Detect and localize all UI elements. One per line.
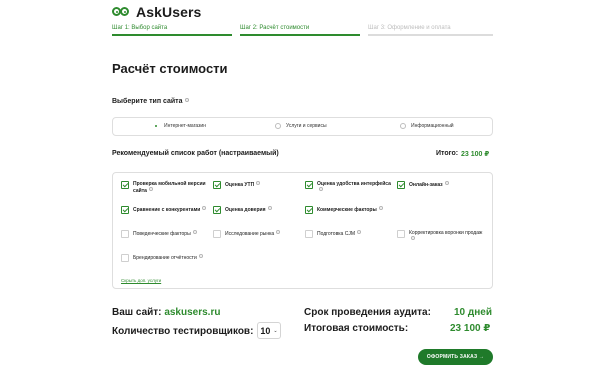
info-icon[interactable] [267, 206, 272, 210]
work-item-label: Оценка доверия [225, 207, 266, 213]
testers-label: Количество тестировщиков: [112, 326, 254, 337]
work-item-mobile[interactable]: Проверка мобильной версии сайта [121, 181, 209, 194]
site-type-option-label: Информационный [411, 123, 454, 129]
info-icon[interactable] [356, 230, 361, 234]
total-label: Итого: [436, 150, 459, 157]
cost-label: Итоговая стоимость: [304, 323, 409, 334]
checkbox-unchecked-icon[interactable] [121, 254, 129, 262]
site-summary: Ваш сайт: askusers.ru [112, 307, 220, 318]
work-item-behavioral[interactable]: Поведенческие факторы [121, 230, 209, 238]
total-value: 23 100 ₽ [461, 151, 490, 158]
work-item-usability[interactable]: Оценка удобства интерфейса [305, 181, 393, 194]
work-item-online-order[interactable]: Онлайн-заказ [397, 181, 485, 189]
works-title: Рекомендуемый список работ (настраиваемы… [112, 150, 279, 157]
order-button[interactable]: ОФОРМИТЬ ЗАКАЗ → [418, 349, 493, 365]
cost-value: 23 100 ₽ [450, 323, 491, 334]
site-type-option-info[interactable]: Информационный [400, 123, 454, 129]
work-item-label: Проверка мобильной версии сайта [133, 181, 206, 194]
site-type-option-shop[interactable]: Интернет-магазин [153, 123, 206, 129]
checkbox-unchecked-icon[interactable] [305, 230, 313, 238]
site-value: askusers.ru [164, 307, 221, 318]
checkbox-checked-icon[interactable] [213, 181, 221, 189]
logo[interactable]: AskUsers [112, 4, 201, 20]
checkbox-checked-icon[interactable] [305, 206, 313, 214]
radio-unchecked-icon[interactable] [400, 123, 406, 129]
radio-unchecked-icon[interactable] [275, 123, 281, 129]
work-item-branding[interactable]: Брендирование отчётности [121, 254, 209, 262]
work-item-label: Коммерческие факторы [317, 207, 377, 213]
hide-extra-services-link[interactable]: Скрыть доп. услуги [121, 278, 161, 283]
brand-name: AskUsers [136, 4, 202, 20]
work-item-label: Онлайн-заказ [409, 182, 443, 188]
work-item-label: Корректировка воронки продаж [409, 230, 483, 236]
works-list: Проверка мобильной версии сайта Оценка У… [112, 172, 493, 289]
step-1[interactable]: Шаг 1: Выбор сайта [112, 24, 232, 36]
work-item-competitors[interactable]: Сравнение с конкурентами [121, 206, 209, 214]
page-title: Расчёт стоимости [112, 61, 228, 76]
info-icon[interactable] [276, 230, 281, 234]
checkbox-checked-icon[interactable] [121, 206, 129, 214]
chevron-down-icon: ⌄ [273, 327, 278, 334]
step-1-bar [112, 34, 232, 36]
site-label: Ваш сайт: [112, 307, 162, 318]
info-icon[interactable] [192, 230, 197, 234]
step-3-bar [368, 34, 493, 36]
testers-count-select[interactable]: 10 ⌄ [257, 322, 281, 339]
site-type-option-label: Услуги и сервисы [286, 123, 327, 129]
step-1-label: Шаг 1: Выбор сайта [112, 25, 168, 31]
checkbox-checked-icon[interactable] [121, 181, 129, 189]
work-item-usp[interactable]: Оценка УТП [213, 181, 301, 189]
duration-value: 10 дней [454, 307, 492, 318]
site-type-selector: Интернет-магазин Услуги и сервисы Информ… [112, 117, 493, 136]
checkbox-checked-icon[interactable] [305, 181, 313, 189]
work-item-commercial[interactable]: Коммерческие факторы [305, 206, 393, 214]
work-item-label: Исследование рынка [225, 231, 275, 237]
site-type-option-label: Интернет-магазин [164, 123, 206, 129]
site-type-label: Выберите тип сайта [112, 98, 189, 105]
work-item-market-research[interactable]: Исследование рынка [213, 230, 301, 238]
info-icon[interactable] [198, 254, 203, 258]
step-2[interactable]: Шаг 2: Расчёт стоимости [240, 24, 360, 36]
info-icon[interactable] [411, 236, 415, 240]
progress-steps: Шаг 1: Выбор сайта Шаг 2: Расчёт стоимос… [112, 24, 493, 36]
info-icon[interactable] [378, 206, 383, 210]
step-2-label: Шаг 2: Расчёт стоимости [240, 25, 310, 31]
step-3-label: Шаг 3: Оформление и оплата [368, 25, 451, 31]
checkbox-unchecked-icon[interactable] [397, 230, 405, 238]
duration-label: Срок проведения аудита: [304, 307, 431, 318]
work-item-label: Оценка удобства интерфейса [317, 181, 391, 187]
work-item-trust[interactable]: Оценка доверия [213, 206, 301, 214]
work-item-label: Поведенческие факторы [133, 231, 191, 237]
checkbox-checked-icon[interactable] [397, 181, 405, 189]
owl-eyes-icon [112, 6, 130, 19]
checkbox-unchecked-icon[interactable] [213, 230, 221, 238]
step-2-bar [240, 34, 360, 36]
site-type-option-services[interactable]: Услуги и сервисы [275, 123, 327, 129]
info-icon[interactable] [444, 181, 449, 185]
work-item-label: Брендирование отчётности [133, 255, 197, 261]
work-item-label: Оценка УТП [225, 182, 255, 188]
work-item-label: Подготовка CJM [317, 231, 355, 237]
testers-count-value: 10 [260, 325, 271, 336]
checkbox-checked-icon[interactable] [213, 206, 221, 214]
work-item-label: Сравнение с конкурентами [133, 207, 201, 213]
info-icon[interactable] [148, 187, 153, 191]
info-icon[interactable] [256, 181, 261, 185]
question-icon[interactable] [184, 98, 189, 102]
info-icon[interactable] [319, 187, 323, 191]
radio-checked-icon[interactable] [153, 123, 159, 129]
work-item-funnel[interactable]: Корректировка воронки продаж [397, 230, 485, 243]
work-item-cjm[interactable]: Подготовка CJM [305, 230, 393, 238]
checkbox-unchecked-icon[interactable] [121, 230, 129, 238]
info-icon[interactable] [202, 206, 207, 210]
step-3: Шаг 3: Оформление и оплата [368, 24, 493, 36]
